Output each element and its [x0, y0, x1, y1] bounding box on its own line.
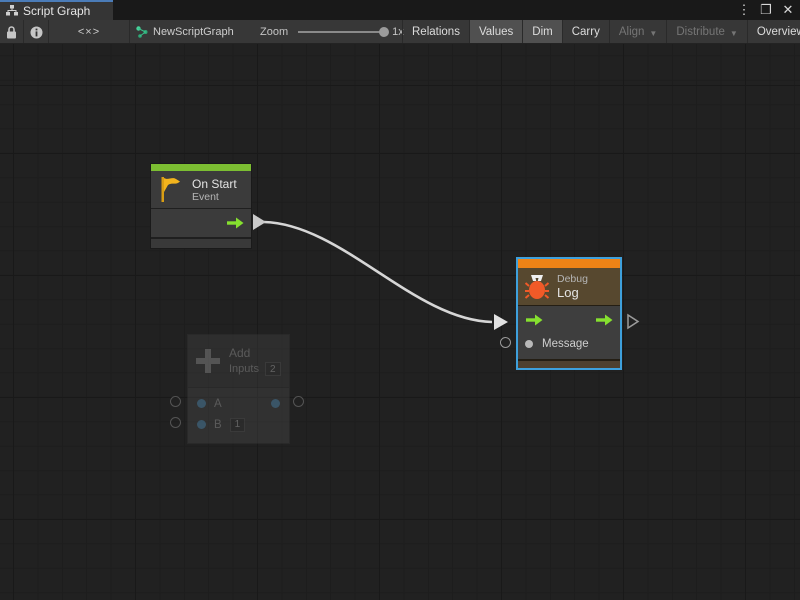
active-tab-indicator — [0, 0, 113, 2]
zoom-slider-handle[interactable] — [379, 27, 389, 37]
node-title: Add — [229, 346, 281, 360]
close-icon[interactable]: ✕ — [780, 0, 796, 20]
dimmed-node-group: Add Inputs 2 A — [0, 44, 800, 600]
lock-button[interactable] — [0, 20, 24, 44]
relations-button[interactable]: Relations — [402, 20, 469, 44]
info-button[interactable] — [24, 20, 49, 44]
align-button[interactable]: Align ▼ — [609, 20, 667, 44]
port-label: A — [214, 398, 222, 410]
port-label: B — [214, 419, 222, 431]
zoom-label: Zoom — [260, 26, 288, 38]
carry-button[interactable]: Carry — [562, 20, 609, 44]
zoom-control: Zoom 1x — [260, 20, 404, 44]
tab-title: Script Graph — [23, 3, 90, 18]
window-controls: ⋮ ❐ ✕ — [736, 0, 796, 20]
zoom-slider[interactable] — [298, 31, 384, 33]
unconnected-value-port-icon[interactable] — [170, 396, 181, 407]
inputs-count-field[interactable]: 2 — [265, 362, 281, 376]
values-button[interactable]: Values — [469, 20, 522, 44]
add-node[interactable]: Add Inputs 2 A — [187, 334, 290, 444]
dim-button[interactable]: Dim — [522, 20, 561, 44]
script-graph-asset-icon — [136, 26, 148, 38]
chevron-down-icon: ▼ — [649, 27, 657, 38]
info-icon — [30, 26, 43, 39]
menu-icon[interactable]: ⋮ — [736, 0, 752, 20]
lock-icon — [6, 26, 17, 39]
graph-reference[interactable]: NewScriptGraph — [136, 20, 234, 44]
toolbar-buttons: Relations Values Dim Carry Align ▼ Distr… — [402, 20, 800, 44]
value-input-port-b[interactable] — [197, 420, 206, 429]
value-output-port[interactable] — [271, 399, 280, 408]
inputs-label: Inputs — [229, 363, 259, 375]
code-view-button[interactable]: <×> — [49, 20, 130, 44]
unconnected-value-port-icon[interactable] — [170, 417, 181, 428]
graph-name: NewScriptGraph — [153, 26, 234, 38]
plus-icon — [196, 349, 220, 373]
overview-button[interactable]: Overview — [747, 20, 800, 44]
code-view-icon: <×> — [78, 26, 100, 38]
chevron-down-icon: ▼ — [730, 27, 738, 38]
script-graph-window: Script Graph ⋮ ❐ ✕ <×> — [0, 0, 800, 600]
graph-tab-icon — [6, 5, 18, 16]
tab-script-graph[interactable]: Script Graph — [0, 0, 113, 20]
distribute-button[interactable]: Distribute ▼ — [666, 20, 747, 44]
unconnected-value-port-icon[interactable] — [293, 396, 304, 407]
graph-canvas[interactable]: On Start Event — [0, 44, 800, 600]
value-input-port-a[interactable] — [197, 399, 206, 408]
tab-bar: Script Graph ⋮ ❐ ✕ — [0, 0, 800, 20]
maximize-icon[interactable]: ❐ — [758, 0, 774, 20]
graph-toolbar: <×> NewScriptGraph Zoom 1x Relations Val… — [0, 20, 800, 44]
port-value-field[interactable]: 1 — [230, 418, 246, 432]
